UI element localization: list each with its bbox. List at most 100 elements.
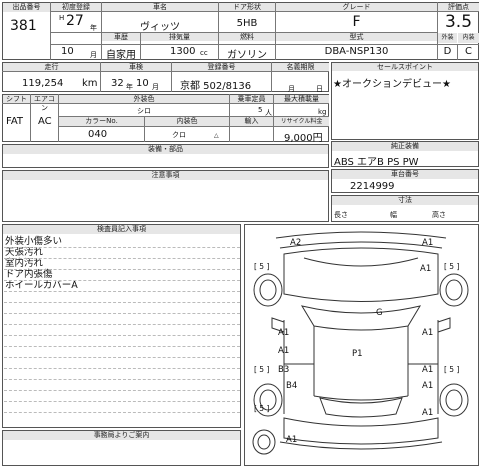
cc-unit: cc	[200, 49, 208, 57]
damage-mark: P1	[352, 349, 363, 359]
plate-number: 京都 502/8136	[180, 81, 252, 92]
month-suffix: 月	[90, 51, 97, 59]
displacement: 1300	[170, 46, 196, 57]
size-length: 長さ	[334, 211, 348, 219]
cc-label: 排気量	[141, 33, 218, 41]
damage-mark: A1	[422, 238, 433, 248]
int-label: 内装	[458, 33, 479, 43]
year-number: 27	[66, 13, 84, 29]
inspect-month-suffix: 月	[152, 83, 159, 91]
load-label: 最大積載量	[274, 95, 329, 103]
capacity-label: 乗車定員	[230, 95, 273, 103]
score-label: 評価点	[438, 3, 479, 11]
capacity: 5	[258, 106, 263, 114]
damage-mark: A1	[420, 264, 431, 274]
lot-number: 381	[10, 18, 37, 34]
door-label: ドア形状	[219, 3, 275, 11]
notes-label: 注意事項	[3, 171, 328, 180]
type-label: 型式	[276, 33, 437, 41]
damage-mark: B4	[286, 381, 297, 391]
inspect-year-suffix: 年	[126, 83, 133, 91]
inspector-note-line: ホイールカバーA	[5, 280, 78, 291]
damage-mark: B3	[278, 365, 289, 375]
damage-mark: A1	[278, 328, 289, 338]
parts-label: 装備・部品	[3, 145, 328, 154]
grade-label: グレード	[276, 3, 437, 11]
ext-grade: D	[443, 46, 452, 57]
colorno: 040	[88, 129, 108, 140]
damage-mark: A2	[290, 238, 301, 248]
damage-mark: A1	[422, 381, 433, 391]
inspector-label: 検査員記入事項	[3, 225, 240, 234]
ac-label: エアコン	[31, 95, 58, 112]
size-label: 寸法	[332, 196, 478, 205]
sales-point-label: セールスポイント	[332, 63, 478, 71]
damage-mark: A1	[278, 346, 289, 356]
damage-mark: G	[376, 308, 383, 318]
damage-mark: A1	[422, 328, 433, 338]
damage-mark: A1	[286, 435, 297, 445]
term-month: 月	[288, 85, 295, 93]
inspect-label: 車検	[101, 63, 171, 71]
mileage-unit: km	[82, 78, 98, 89]
fuel-label: 燃料	[219, 33, 275, 41]
model-label: 車名	[102, 3, 218, 11]
plate-label: 登録番号	[172, 63, 271, 71]
year-suffix: 年	[90, 24, 97, 32]
equipment-label: 純正装備	[332, 142, 478, 151]
usage: 自家用	[106, 50, 136, 61]
sales-point-box	[331, 62, 479, 140]
tire-depth-mark: [ 5 ]	[444, 365, 459, 374]
model-name: ヴィッツ	[140, 22, 180, 33]
office-label: 事務局よりご案内	[3, 431, 240, 440]
chassis-number: 2214999	[350, 181, 395, 192]
inspector-note-line: ドア内張傷	[5, 269, 53, 280]
car-diagram: A2 A1 A1 A1 G A1 A1 P1 B3 A1 B4 A1 A1 A1 [ 5 ] [ 5 ] [ 5…	[252, 231, 469, 455]
auction-sheet: 出品番号 381 初度登録 H 27 年 10 月 車名 ヴィッツ 車歴 自家用…	[0, 0, 481, 467]
size-height: 高さ	[432, 211, 446, 219]
year-label: 初度登録	[51, 3, 101, 11]
load-unit: kg	[318, 108, 327, 116]
recycle-fee-label: リサイクル料金	[274, 117, 329, 126]
import-label: 輸入	[230, 117, 273, 126]
damage-mark: A1	[422, 365, 433, 375]
intcolor: クロ	[172, 131, 186, 139]
shift: FAT	[6, 116, 24, 127]
equipment: ABS エアB PS PW	[334, 157, 419, 168]
model-type: DBA-NSP130	[324, 46, 389, 57]
term-day: 日	[316, 85, 323, 93]
shift-label: シフト	[3, 95, 30, 103]
size-width: 幅	[390, 211, 397, 219]
usage-label: 車歴	[102, 33, 140, 41]
inspect-month: 10	[136, 78, 149, 89]
inspector-notes: 外装小傷多い 天張汚れ 室内汚れ ドア内張傷 ホイールカバーA	[5, 236, 235, 291]
ac: AC	[38, 116, 52, 127]
lot-label: 出品番号	[3, 3, 50, 12]
score: 3.5	[444, 12, 473, 32]
chassis-label: 車台番号	[332, 170, 478, 179]
tire-depth-mark: [ 5 ]	[254, 262, 269, 271]
era: H	[59, 14, 65, 22]
recycle-fee: 9,000円	[284, 133, 323, 144]
color-label: 外装色	[59, 95, 229, 103]
colorno-label: カラーNo.	[59, 117, 144, 126]
tire-depth-mark: [ 5 ]	[254, 365, 269, 374]
inspect-year: 32	[111, 78, 124, 89]
tire-depth-mark: [ 5 ]	[254, 404, 269, 413]
damage-mark: A1	[422, 408, 433, 418]
mileage-label: 走行	[3, 63, 100, 71]
inspector-note-line: 室内汚れ	[5, 258, 44, 269]
grade: F	[352, 14, 361, 30]
ext-label: 外装	[438, 33, 457, 43]
sales-point: ★オークションデビュー★	[333, 79, 451, 90]
tire-depth-mark: [ 5 ]	[444, 262, 459, 271]
inspector-note-line: 外装小傷多い	[5, 236, 63, 247]
door-type: 5HB	[236, 18, 258, 29]
color: シロ	[137, 107, 151, 115]
month: 10	[61, 46, 74, 57]
fuel: ガソリン	[227, 50, 267, 61]
int-grade: C	[465, 46, 472, 57]
inspector-note-line: 天張汚れ	[5, 247, 44, 258]
mileage: 119,254	[22, 78, 64, 89]
intcolor-label: 内装色	[145, 117, 229, 126]
